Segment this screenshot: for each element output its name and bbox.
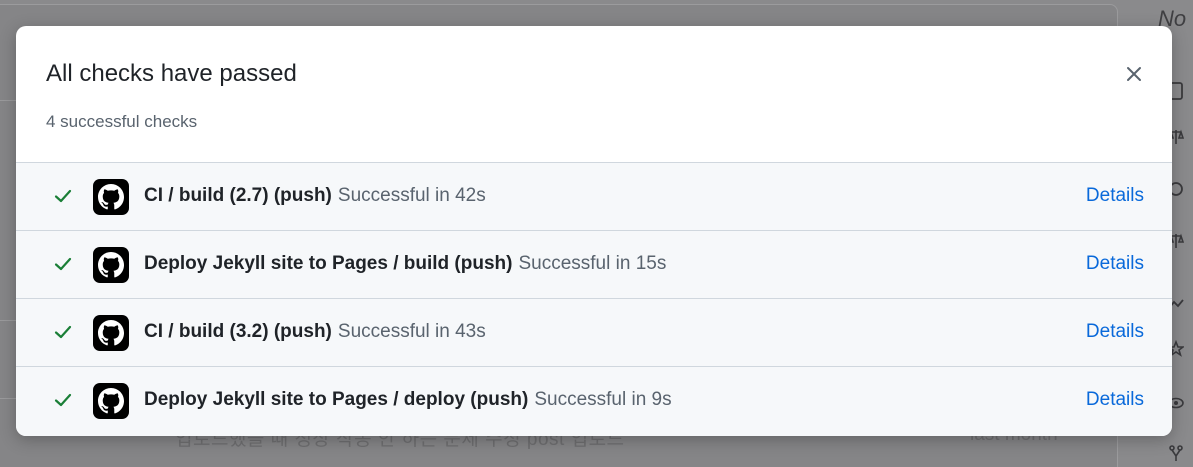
check-icon xyxy=(54,325,72,339)
check-name: Deploy Jekyll site to Pages / deploy (pu… xyxy=(144,389,672,410)
check-name: CI / build (3.2) (push) Successful in 43s xyxy=(144,321,486,342)
check-icon xyxy=(54,189,72,203)
dialog-subtitle: 4 successful checks xyxy=(46,112,198,131)
github-icon xyxy=(93,247,129,283)
dialog-title: All checks have passed xyxy=(46,60,297,87)
close-icon xyxy=(1127,67,1141,81)
github-icon xyxy=(93,179,129,215)
check-status: Successful in 43s xyxy=(337,321,486,342)
details-link[interactable]: Details xyxy=(1086,185,1144,207)
details-link[interactable]: Details xyxy=(1086,253,1144,275)
check-status: Successful in 9s xyxy=(534,389,672,410)
check-name: Deploy Jekyll site to Pages / build (pus… xyxy=(144,253,667,274)
check-row: Deploy Jekyll site to Pages / build (pus… xyxy=(16,231,1172,299)
check-status: Successful in 15s xyxy=(518,253,667,274)
checks-list: CI / build (2.7) (push) Successful in 42s… xyxy=(16,163,1172,436)
check-icon xyxy=(54,257,72,271)
details-link[interactable]: Details xyxy=(1086,321,1144,343)
checks-dialog: All checks have passed 4 successful chec… xyxy=(16,26,1172,436)
check-name: CI / build (2.7) (push) Successful in 42s xyxy=(144,185,486,206)
github-icon xyxy=(93,383,129,419)
fork-icon xyxy=(1168,444,1186,462)
check-status: Successful in 42s xyxy=(337,185,486,206)
check-row: CI / build (3.2) (push) Successful in 43s… xyxy=(16,299,1172,367)
check-row: Deploy Jekyll site to Pages / deploy (pu… xyxy=(16,367,1172,436)
details-link[interactable]: Details xyxy=(1086,389,1144,411)
dialog-header: All checks have passed 4 successful chec… xyxy=(16,26,1172,163)
github-icon xyxy=(93,315,129,351)
close-button[interactable] xyxy=(1122,62,1146,86)
check-row: CI / build (2.7) (push) Successful in 42s… xyxy=(16,163,1172,231)
check-icon xyxy=(54,393,72,407)
